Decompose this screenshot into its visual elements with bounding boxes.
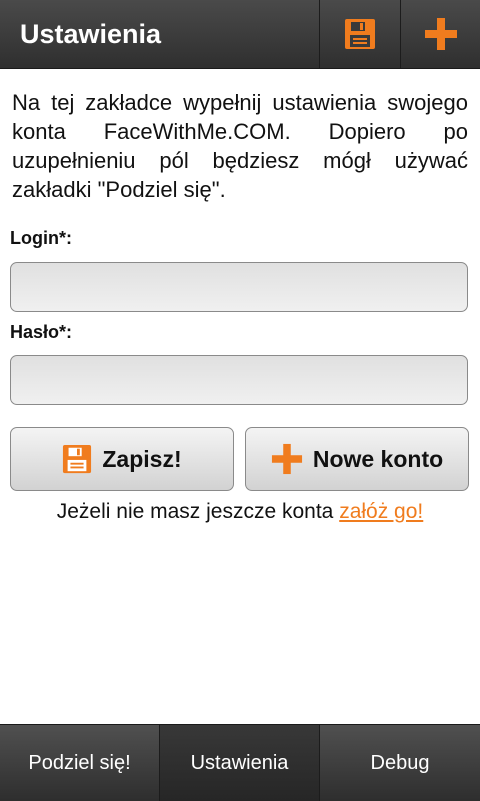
password-label: Hasło*: <box>10 322 73 342</box>
login-input[interactable] <box>10 262 468 312</box>
add-button[interactable] <box>400 0 480 68</box>
save-account-label: Zapisz! <box>102 445 182 472</box>
signup-prompt: Jeżeli nie masz jeszcze konta załóż go! <box>56 500 424 523</box>
title-bar: Ustawienia <box>0 0 480 69</box>
new-account-label: Nowe konto <box>312 445 444 472</box>
page-title: Ustawienia <box>20 19 162 49</box>
plus-icon <box>271 443 302 475</box>
tab-share[interactable]: Podziel się! <box>0 725 160 801</box>
bottom-tab-bar: Podziel się! Ustawienia Debug <box>0 724 480 801</box>
required-mark: * <box>58 228 66 248</box>
save-button[interactable] <box>319 0 400 68</box>
floppy-disk-icon <box>63 444 92 474</box>
save-account-button[interactable]: Zapisz! <box>10 427 234 491</box>
tab-debug[interactable]: Debug <box>320 725 480 801</box>
required-mark: * <box>59 322 67 342</box>
new-account-button[interactable]: Nowe konto <box>245 427 469 491</box>
floppy-disk-icon <box>345 19 375 49</box>
signup-link[interactable]: załóż go! <box>339 500 423 523</box>
intro-text: Na tej zakładce wypełnij ustawienia swoj… <box>12 90 468 202</box>
plus-icon <box>425 18 457 50</box>
tab-settings[interactable]: Ustawienia <box>160 725 320 801</box>
login-label: Login*: <box>10 228 72 248</box>
password-input[interactable] <box>10 355 468 405</box>
